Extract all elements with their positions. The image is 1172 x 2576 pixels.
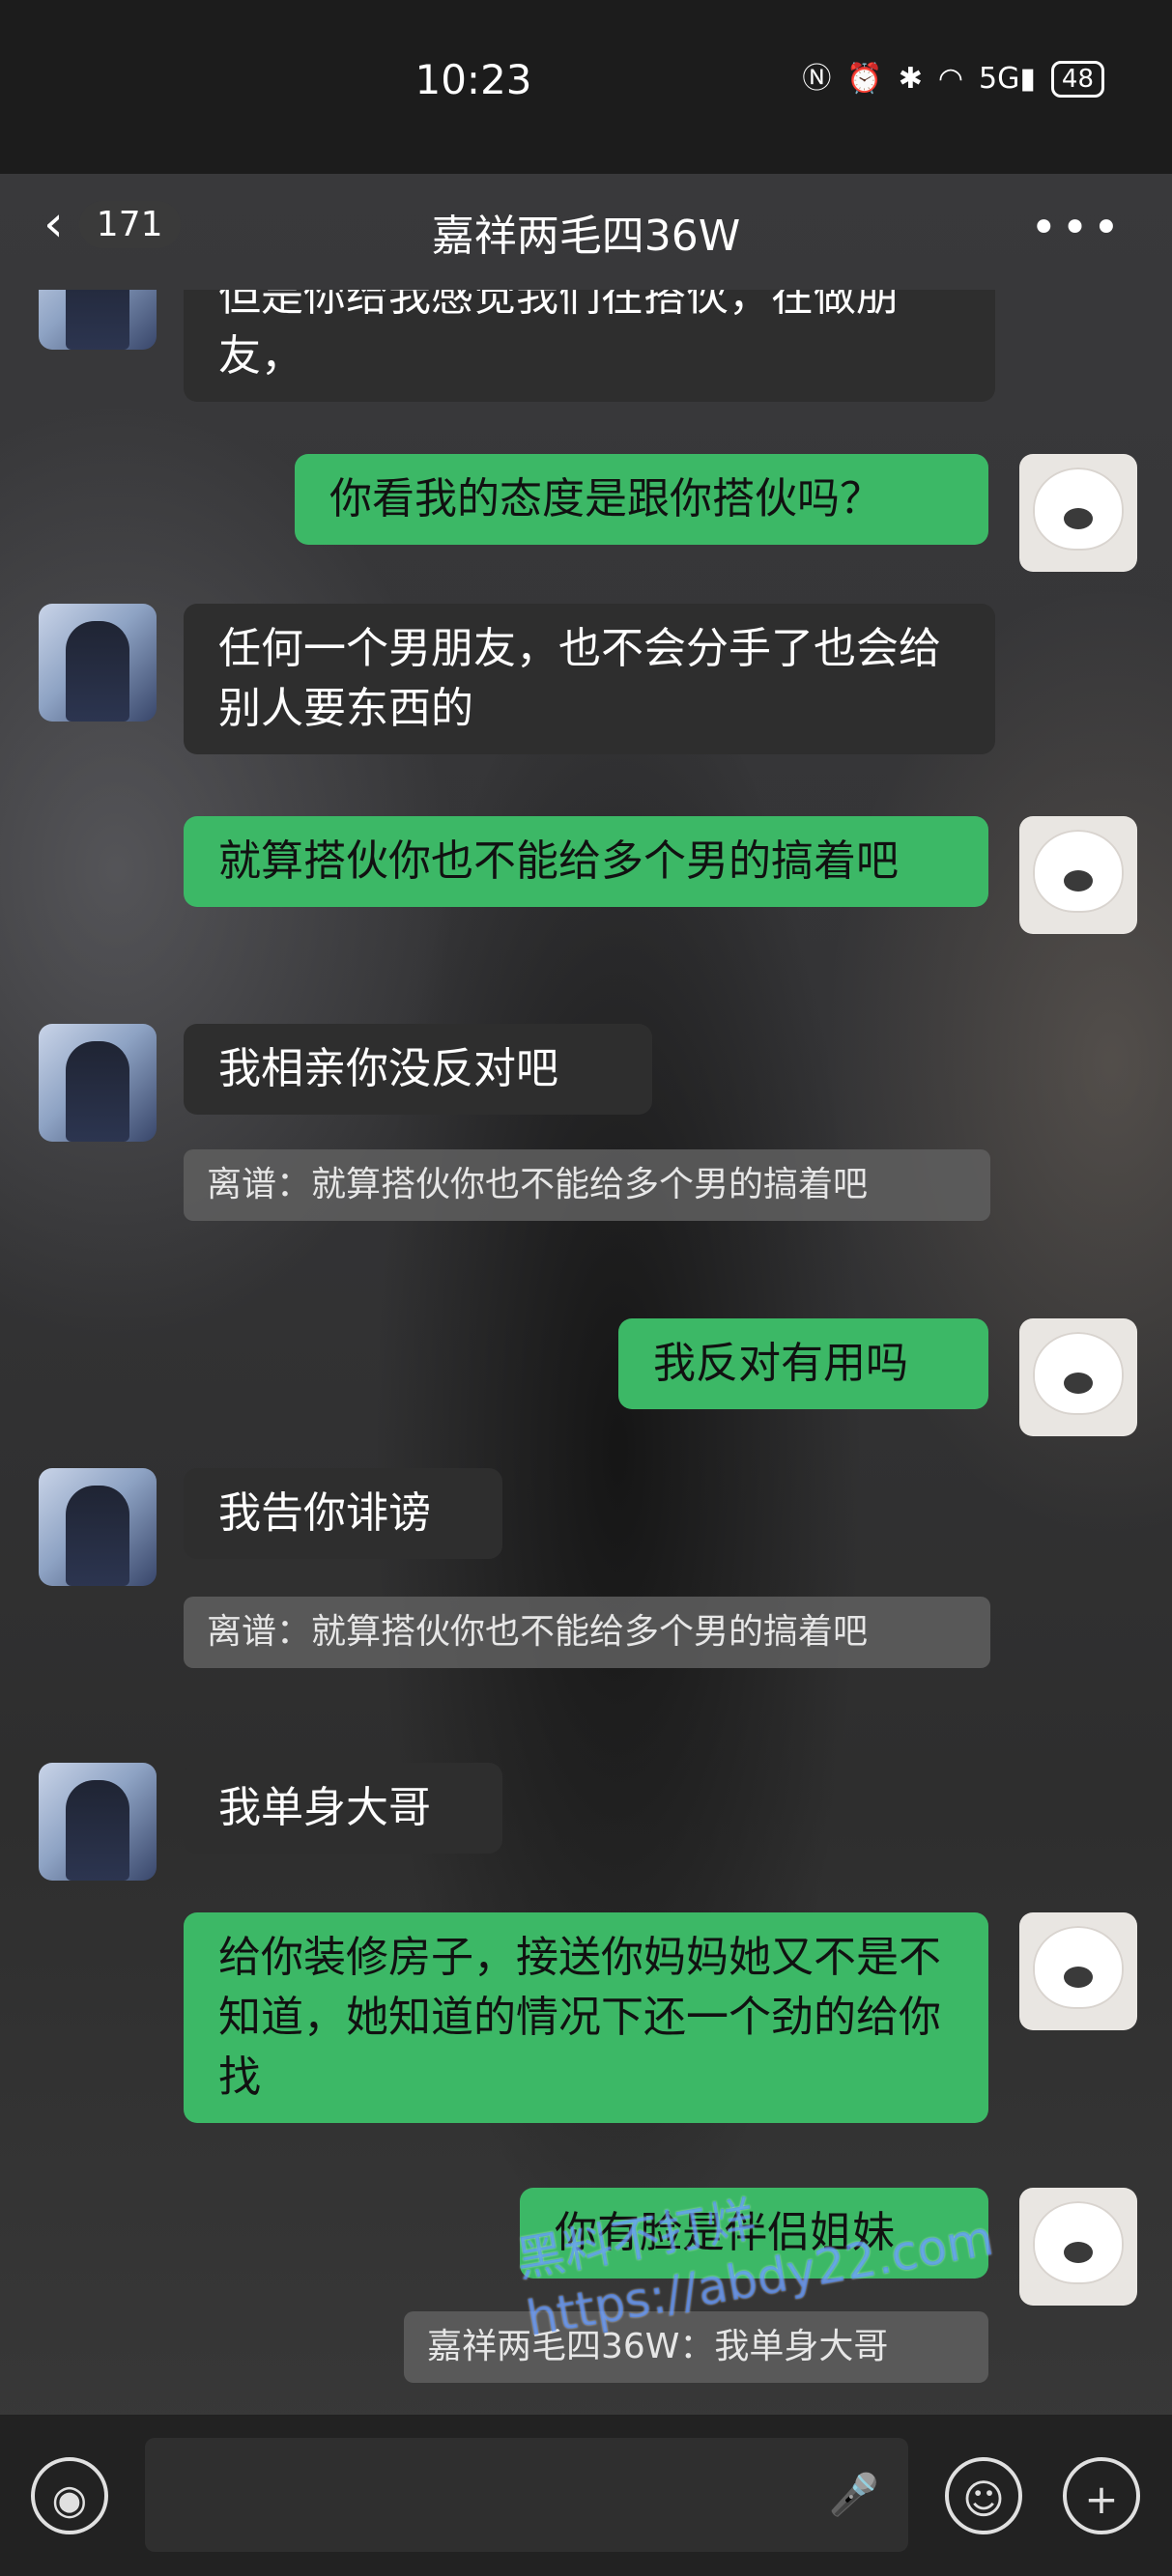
battery-indicator: 48 — [1050, 61, 1104, 98]
status-time: 10:23 — [414, 56, 532, 103]
mic-icon[interactable]: 🎤 — [829, 2471, 879, 2519]
message-bubble-incoming[interactable]: 但是你给我感觉我们在搭伙，在做朋友， — [184, 290, 995, 402]
voice-input-button[interactable]: ◉ — [31, 2457, 108, 2534]
self-avatar[interactable] — [1019, 454, 1137, 572]
5g-signal-icon: 5G▮ — [979, 62, 1036, 96]
message-bubble-incoming[interactable]: 我告你诽谤 — [184, 1468, 502, 1559]
chat-title: 嘉祥两毛四36W — [431, 212, 741, 261]
chat-header: ‹ 171 嘉祥两毛四36W ••• — [0, 174, 1172, 290]
emoji-icon: ☺ — [962, 2476, 1005, 2523]
quoted-reply[interactable]: 离谱：就算搭伙你也不能给多个男的搞着吧 — [184, 1597, 990, 1668]
contact-avatar[interactable] — [39, 604, 157, 722]
more-options-button[interactable]: ••• — [1030, 201, 1124, 255]
self-avatar[interactable] — [1019, 1318, 1137, 1436]
bluetooth-icon: ✱ — [898, 62, 923, 96]
message-bubble-outgoing[interactable]: 就算搭伙你也不能给多个男的搞着吧 — [184, 816, 988, 907]
message-bubble-outgoing[interactable]: 我反对有用吗 — [618, 1318, 988, 1409]
input-bar: ◉ 🎤 ☺ + — [0, 2415, 1172, 2576]
contact-avatar[interactable] — [39, 1763, 157, 1881]
self-avatar[interactable] — [1019, 1912, 1137, 2030]
contact-avatar[interactable] — [39, 1024, 157, 1142]
message-bubble-incoming[interactable]: 我相亲你没反对吧 — [184, 1024, 652, 1115]
message-input[interactable]: 🎤 — [145, 2438, 908, 2552]
status-bar: 10:23 Ⓝ ⏰ ✱ ◠ 5G▮ 48 — [0, 0, 1172, 174]
quoted-reply[interactable]: 离谱：就算搭伙你也不能给多个男的搞着吧 — [184, 1149, 990, 1221]
message-bubble-outgoing[interactable]: 你看我的态度是跟你搭伙吗？ — [295, 454, 988, 545]
more-actions-button[interactable]: + — [1063, 2457, 1140, 2534]
more-dots-icon: ••• — [1030, 201, 1124, 255]
status-icons: Ⓝ ⏰ ✱ ◠ 5G▮ 48 — [802, 60, 1104, 99]
message-bubble-incoming[interactable]: 我单身大哥 — [184, 1763, 502, 1854]
voice-icon: ◉ — [51, 2476, 88, 2523]
message-bubble-incoming[interactable]: 任何一个男朋友，也不会分手了也会给别人要东西的 — [184, 604, 995, 754]
contact-avatar[interactable] — [39, 290, 157, 350]
message-list[interactable]: 但是你给我感觉我们在搭伙，在做朋友， 你看我的态度是跟你搭伙吗？ 任何一个男朋友… — [0, 290, 1172, 2415]
wifi-icon: ◠ — [937, 62, 964, 96]
nfc-icon: Ⓝ — [802, 62, 832, 96]
alarm-icon: ⏰ — [846, 62, 883, 96]
signal-label: 5G — [979, 62, 1020, 96]
plus-icon: + — [1084, 2476, 1119, 2523]
message-bubble-outgoing[interactable]: 给你装修房子，接送你妈妈她又不是不知道，她知道的情况下还一个劲的给你找 — [184, 1912, 988, 2123]
emoji-button[interactable]: ☺ — [945, 2457, 1022, 2534]
self-avatar[interactable] — [1019, 816, 1137, 934]
contact-avatar[interactable] — [39, 1468, 157, 1586]
